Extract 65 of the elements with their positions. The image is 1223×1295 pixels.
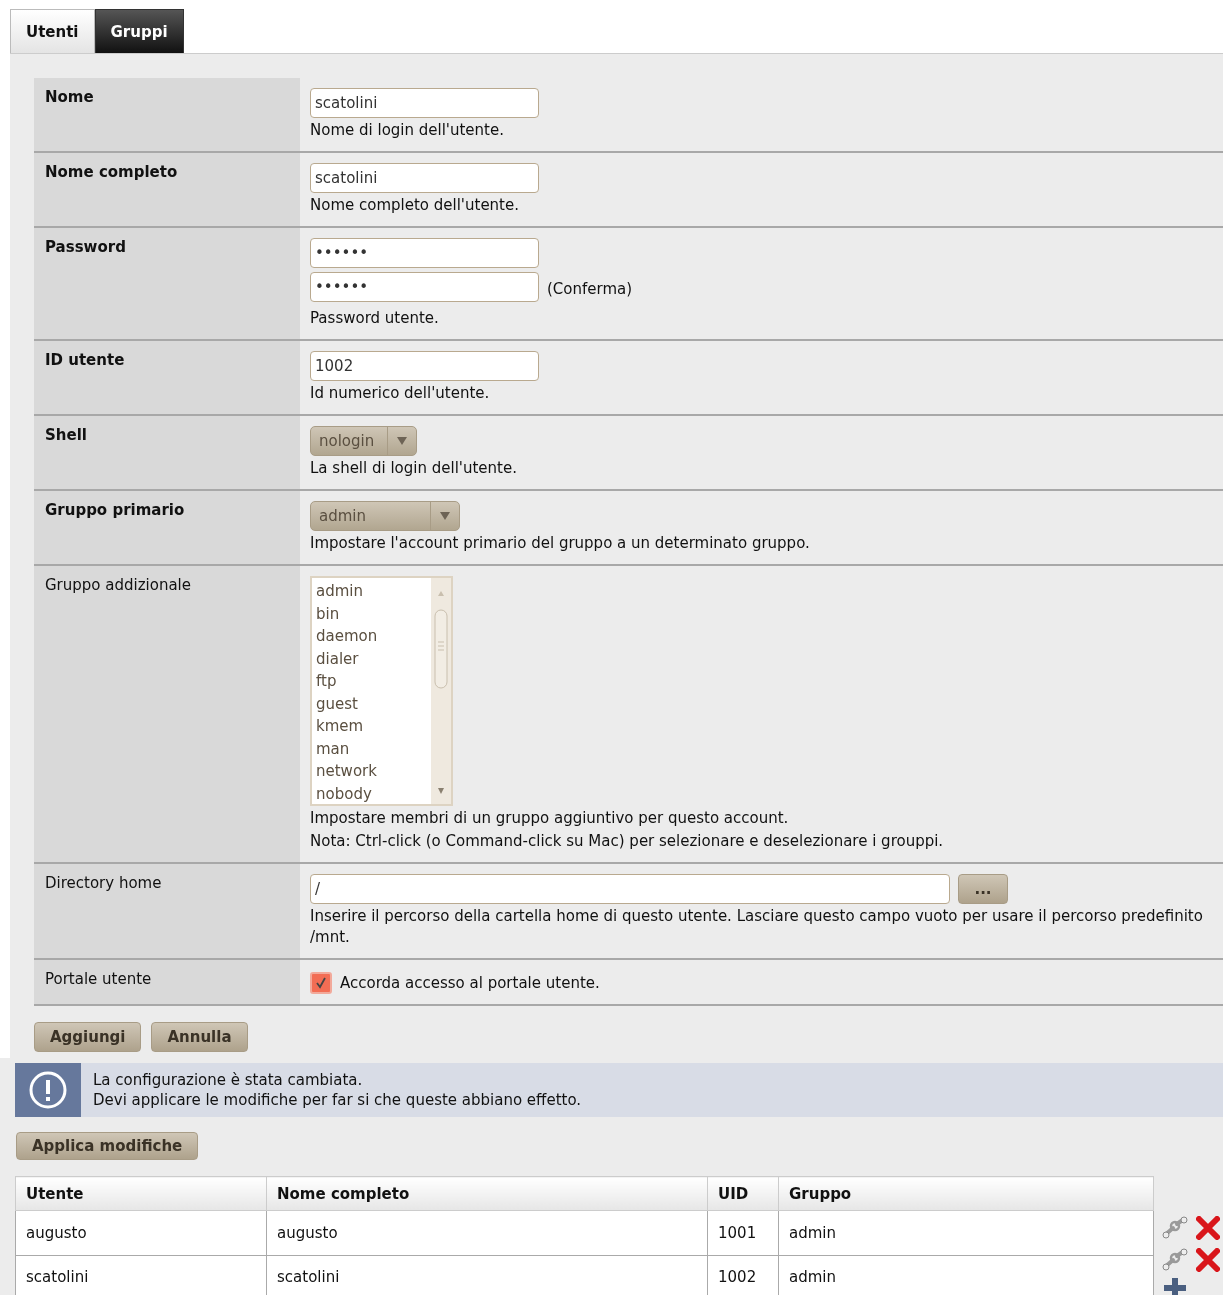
dropdown[interactable]: nologin (310, 426, 417, 456)
field-label: Shell (45, 426, 87, 444)
notice-text: La configurazione è stata cambiata. (93, 1070, 364, 1090)
help-text: Nome di login dell'utente. (310, 120, 505, 141)
help-text: Nome completo dell'utente. (310, 195, 520, 216)
table-cell: admin (778, 1210, 1154, 1255)
tab[interactable]: Gruppi (94, 9, 184, 53)
list-option[interactable]: daemon (316, 625, 427, 648)
wrench-icon[interactable] (1162, 1216, 1188, 1240)
exclamation-icon (28, 1070, 68, 1110)
help-text: Password utente. (310, 308, 440, 329)
form-button[interactable]: Aggiungi (34, 1022, 142, 1052)
group-list[interactable]: admin bin daemon dialer ftp guest kmem man network nobody (310, 576, 453, 806)
help-text: Impostare l'account primario del gruppo a un determinato gruppo. (310, 533, 811, 554)
delete-icon[interactable] (1196, 1216, 1220, 1240)
column-header: Gruppo (778, 1176, 1154, 1211)
help-text: Inserire il percorso della cartella home di questo utente. Lasciare questo campo vuoto per usare il percorso predefinito /mnt. (310, 906, 1204, 948)
list-option[interactable]: man (316, 737, 427, 760)
browse-button[interactable]: ... (958, 874, 1008, 904)
password-field[interactable]: •••••• (310, 272, 539, 302)
password-field[interactable]: •••••• (310, 238, 539, 268)
list-option[interactable]: bin (316, 602, 427, 625)
wrench-icon[interactable] (1162, 1248, 1188, 1272)
delete-icon[interactable] (1196, 1248, 1220, 1272)
notice-text: Devi applicare le modifiche per far si che queste abbiano effetto. (93, 1090, 582, 1110)
field-label: Nome (45, 88, 94, 106)
table-cell: 1001 (707, 1210, 779, 1255)
input-field[interactable]: 1002 (310, 351, 539, 381)
apply-button[interactable]: Applica modifiche (16, 1132, 199, 1160)
field-label: Nome completo (45, 163, 178, 181)
list-option[interactable]: dialer (316, 647, 427, 670)
column-header: Utente (15, 1176, 267, 1211)
field-label: Directory home (45, 874, 162, 892)
form-button[interactable]: Annulla (151, 1022, 248, 1052)
help-text: La shell di login dell'utente. (310, 458, 518, 479)
table-cell: scatolini (15, 1255, 267, 1295)
list-option[interactable]: kmem (316, 715, 427, 738)
field-label: Gruppo addizionale (45, 576, 191, 594)
dropdown[interactable]: admin (310, 501, 460, 531)
list-option[interactable]: guest (316, 692, 427, 715)
checkbox-label: Accorda accesso al portale utente. (340, 974, 600, 992)
field-label: Portale utente (45, 970, 152, 988)
input-field[interactable]: scatolini (310, 88, 539, 118)
list-option[interactable]: network (316, 760, 427, 783)
path-field[interactable]: / (310, 874, 950, 904)
add-icon[interactable] (1162, 1276, 1188, 1295)
field-label: Password (45, 238, 126, 256)
list-option[interactable]: ftp (316, 670, 427, 693)
column-header: Nome completo (266, 1176, 708, 1211)
help-text: Id numerico dell'utente. (310, 383, 491, 404)
checkbox[interactable] (310, 972, 332, 994)
table-cell: augusto (15, 1210, 267, 1255)
input-field[interactable]: scatolini (310, 163, 539, 193)
field-label: ID utente (45, 351, 125, 369)
table-cell: augusto (266, 1210, 708, 1255)
list-option[interactable]: nobody (316, 782, 427, 804)
check-icon (314, 976, 328, 990)
help-text: Impostare membri di un gruppo aggiuntivo per questo account. (310, 808, 790, 829)
help-text: Nota: Ctrl-click (o Command-click su Mac) per selezionare e deselezionare i grouppi. (310, 831, 945, 852)
field-label: Gruppo primario (45, 501, 185, 519)
confirm-label: (Conferma) (547, 280, 633, 298)
column-header: UID (707, 1176, 779, 1211)
scrollbar[interactable] (431, 578, 451, 804)
list-option[interactable]: admin (316, 580, 427, 603)
tab[interactable]: Utenti (10, 9, 95, 53)
